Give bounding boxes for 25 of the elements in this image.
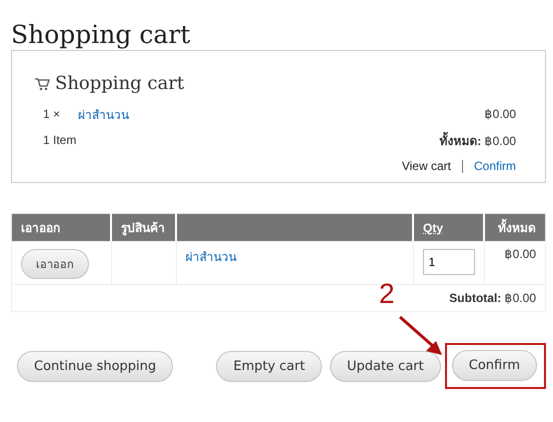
cart-icon	[34, 76, 50, 90]
block-title: Shopping cart	[55, 73, 184, 94]
arrow-icon	[398, 315, 444, 357]
view-cart-link[interactable]: View cart	[402, 159, 451, 173]
column-header: ทั้งหมด	[484, 214, 546, 242]
item-count: 1 Item	[43, 133, 76, 147]
subtotal: Subtotal: ฿0.00	[449, 291, 536, 305]
action-button[interactable]: Empty cart	[216, 350, 322, 382]
item-price: ฿0.00	[484, 107, 516, 121]
action-button[interactable]: Continue shopping	[17, 350, 174, 382]
column-header[interactable]: Qty	[413, 214, 484, 242]
column-header: รูปสินค้า	[111, 214, 176, 242]
product-link[interactable]: ผ่าสำนวน	[78, 104, 129, 124]
quantity-field[interactable]: 1	[422, 249, 474, 275]
confirm-link[interactable]: Confirm	[474, 159, 516, 173]
column-header: เอาออก	[12, 214, 111, 242]
item-quantity: 1 ×	[43, 107, 62, 121]
row-total: ฿0.00	[504, 247, 536, 261]
product-link[interactable]: ผ่าสำนวน	[186, 250, 236, 264]
action-button[interactable]: Confirm	[452, 350, 537, 381]
remove-button[interactable]: เอาออก	[21, 249, 89, 279]
page-title: Shopping cart	[11, 19, 192, 50]
step-number: 2	[379, 280, 395, 308]
cart-total: ทั้งหมด: ฿0.00	[439, 130, 516, 150]
action-button[interactable]: Update cart	[330, 350, 441, 382]
